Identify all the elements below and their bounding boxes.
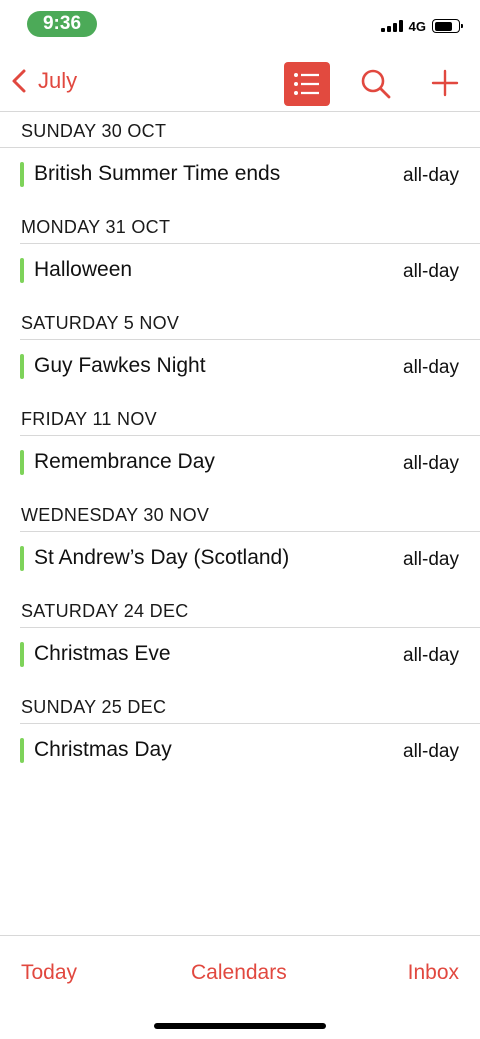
status-bar: 9:36 4G: [0, 0, 480, 48]
search-icon[interactable]: [360, 68, 392, 100]
calendar-color-bar: [20, 258, 24, 283]
calendars-button[interactable]: Calendars: [191, 961, 287, 985]
status-time[interactable]: 9:36: [27, 11, 97, 37]
list-icon: [294, 73, 319, 95]
day-section: SUNDAY 30 OCT British Summer Time ends a…: [0, 112, 480, 208]
event-time: all-day: [403, 645, 459, 666]
inbox-button[interactable]: Inbox: [408, 961, 459, 985]
calendar-color-bar: [20, 162, 24, 187]
nav-bar: July: [0, 48, 480, 112]
signal-icon: [380, 20, 403, 32]
chevron-left-icon: [12, 69, 26, 93]
event-title: St Andrew’s Day (Scotland): [34, 546, 290, 569]
event-row[interactable]: Remembrance Day all-day: [0, 436, 480, 496]
plus-icon[interactable]: [430, 68, 460, 98]
event-title: Halloween: [34, 258, 133, 281]
event-title: Guy Fawkes Night: [34, 354, 206, 377]
day-header: SATURDAY 24 DEC: [20, 592, 480, 628]
event-title: British Summer Time ends: [34, 162, 281, 185]
status-indicators: 4G: [380, 18, 463, 34]
day-section: SATURDAY 5 NOV Guy Fawkes Night all-day: [0, 304, 480, 400]
calendar-color-bar: [20, 642, 24, 667]
event-time: all-day: [403, 165, 459, 186]
day-header: WEDNESDAY 30 NOV: [20, 496, 480, 532]
day-header: SATURDAY 5 NOV: [20, 304, 480, 340]
day-header: SUNDAY 25 DEC: [20, 688, 480, 724]
calendar-color-bar: [20, 546, 24, 571]
event-row[interactable]: Christmas Eve all-day: [0, 628, 480, 688]
day-section: SATURDAY 24 DEC Christmas Eve all-day: [0, 592, 480, 688]
calendar-color-bar: [20, 450, 24, 475]
event-title: Christmas Eve: [34, 642, 171, 665]
event-row[interactable]: Guy Fawkes Night all-day: [0, 340, 480, 400]
event-row[interactable]: British Summer Time ends all-day: [0, 148, 480, 208]
home-indicator[interactable]: [154, 1023, 326, 1029]
list-view-button[interactable]: [284, 62, 330, 106]
bottom-toolbar: Today Calendars Inbox: [0, 935, 480, 1039]
day-section: FRIDAY 11 NOV Remembrance Day all-day: [0, 400, 480, 496]
network-label: 4G: [408, 18, 426, 34]
calendar-color-bar: [20, 354, 24, 379]
back-label: July: [38, 68, 78, 93]
day-section: SUNDAY 25 DEC Christmas Day all-day: [0, 688, 480, 784]
event-time: all-day: [403, 549, 459, 570]
event-title: Remembrance Day: [34, 450, 215, 473]
event-time: all-day: [403, 261, 459, 282]
today-button[interactable]: Today: [21, 961, 77, 985]
event-time: all-day: [403, 357, 459, 378]
event-row[interactable]: St Andrew’s Day (Scotland) all-day: [0, 532, 480, 592]
agenda-list: SUNDAY 30 OCT British Summer Time ends a…: [0, 112, 480, 784]
day-header: FRIDAY 11 NOV: [20, 400, 480, 436]
day-section: WEDNESDAY 30 NOV St Andrew’s Day (Scotla…: [0, 496, 480, 592]
calendar-screen: 9:36 4G July SUNDAY 30 OCT British Summe…: [0, 0, 480, 1039]
event-time: all-day: [403, 453, 459, 474]
day-header: MONDAY 31 OCT: [20, 208, 480, 244]
event-time: all-day: [403, 741, 459, 762]
event-title: Christmas Day: [34, 738, 172, 761]
battery-icon: [432, 19, 463, 33]
event-row[interactable]: Christmas Day all-day: [0, 724, 480, 784]
day-section: MONDAY 31 OCT Halloween all-day: [0, 208, 480, 304]
day-header: SUNDAY 30 OCT: [0, 112, 480, 148]
back-button[interactable]: July: [10, 68, 77, 94]
event-row[interactable]: Halloween all-day: [0, 244, 480, 304]
calendar-color-bar: [20, 738, 24, 763]
